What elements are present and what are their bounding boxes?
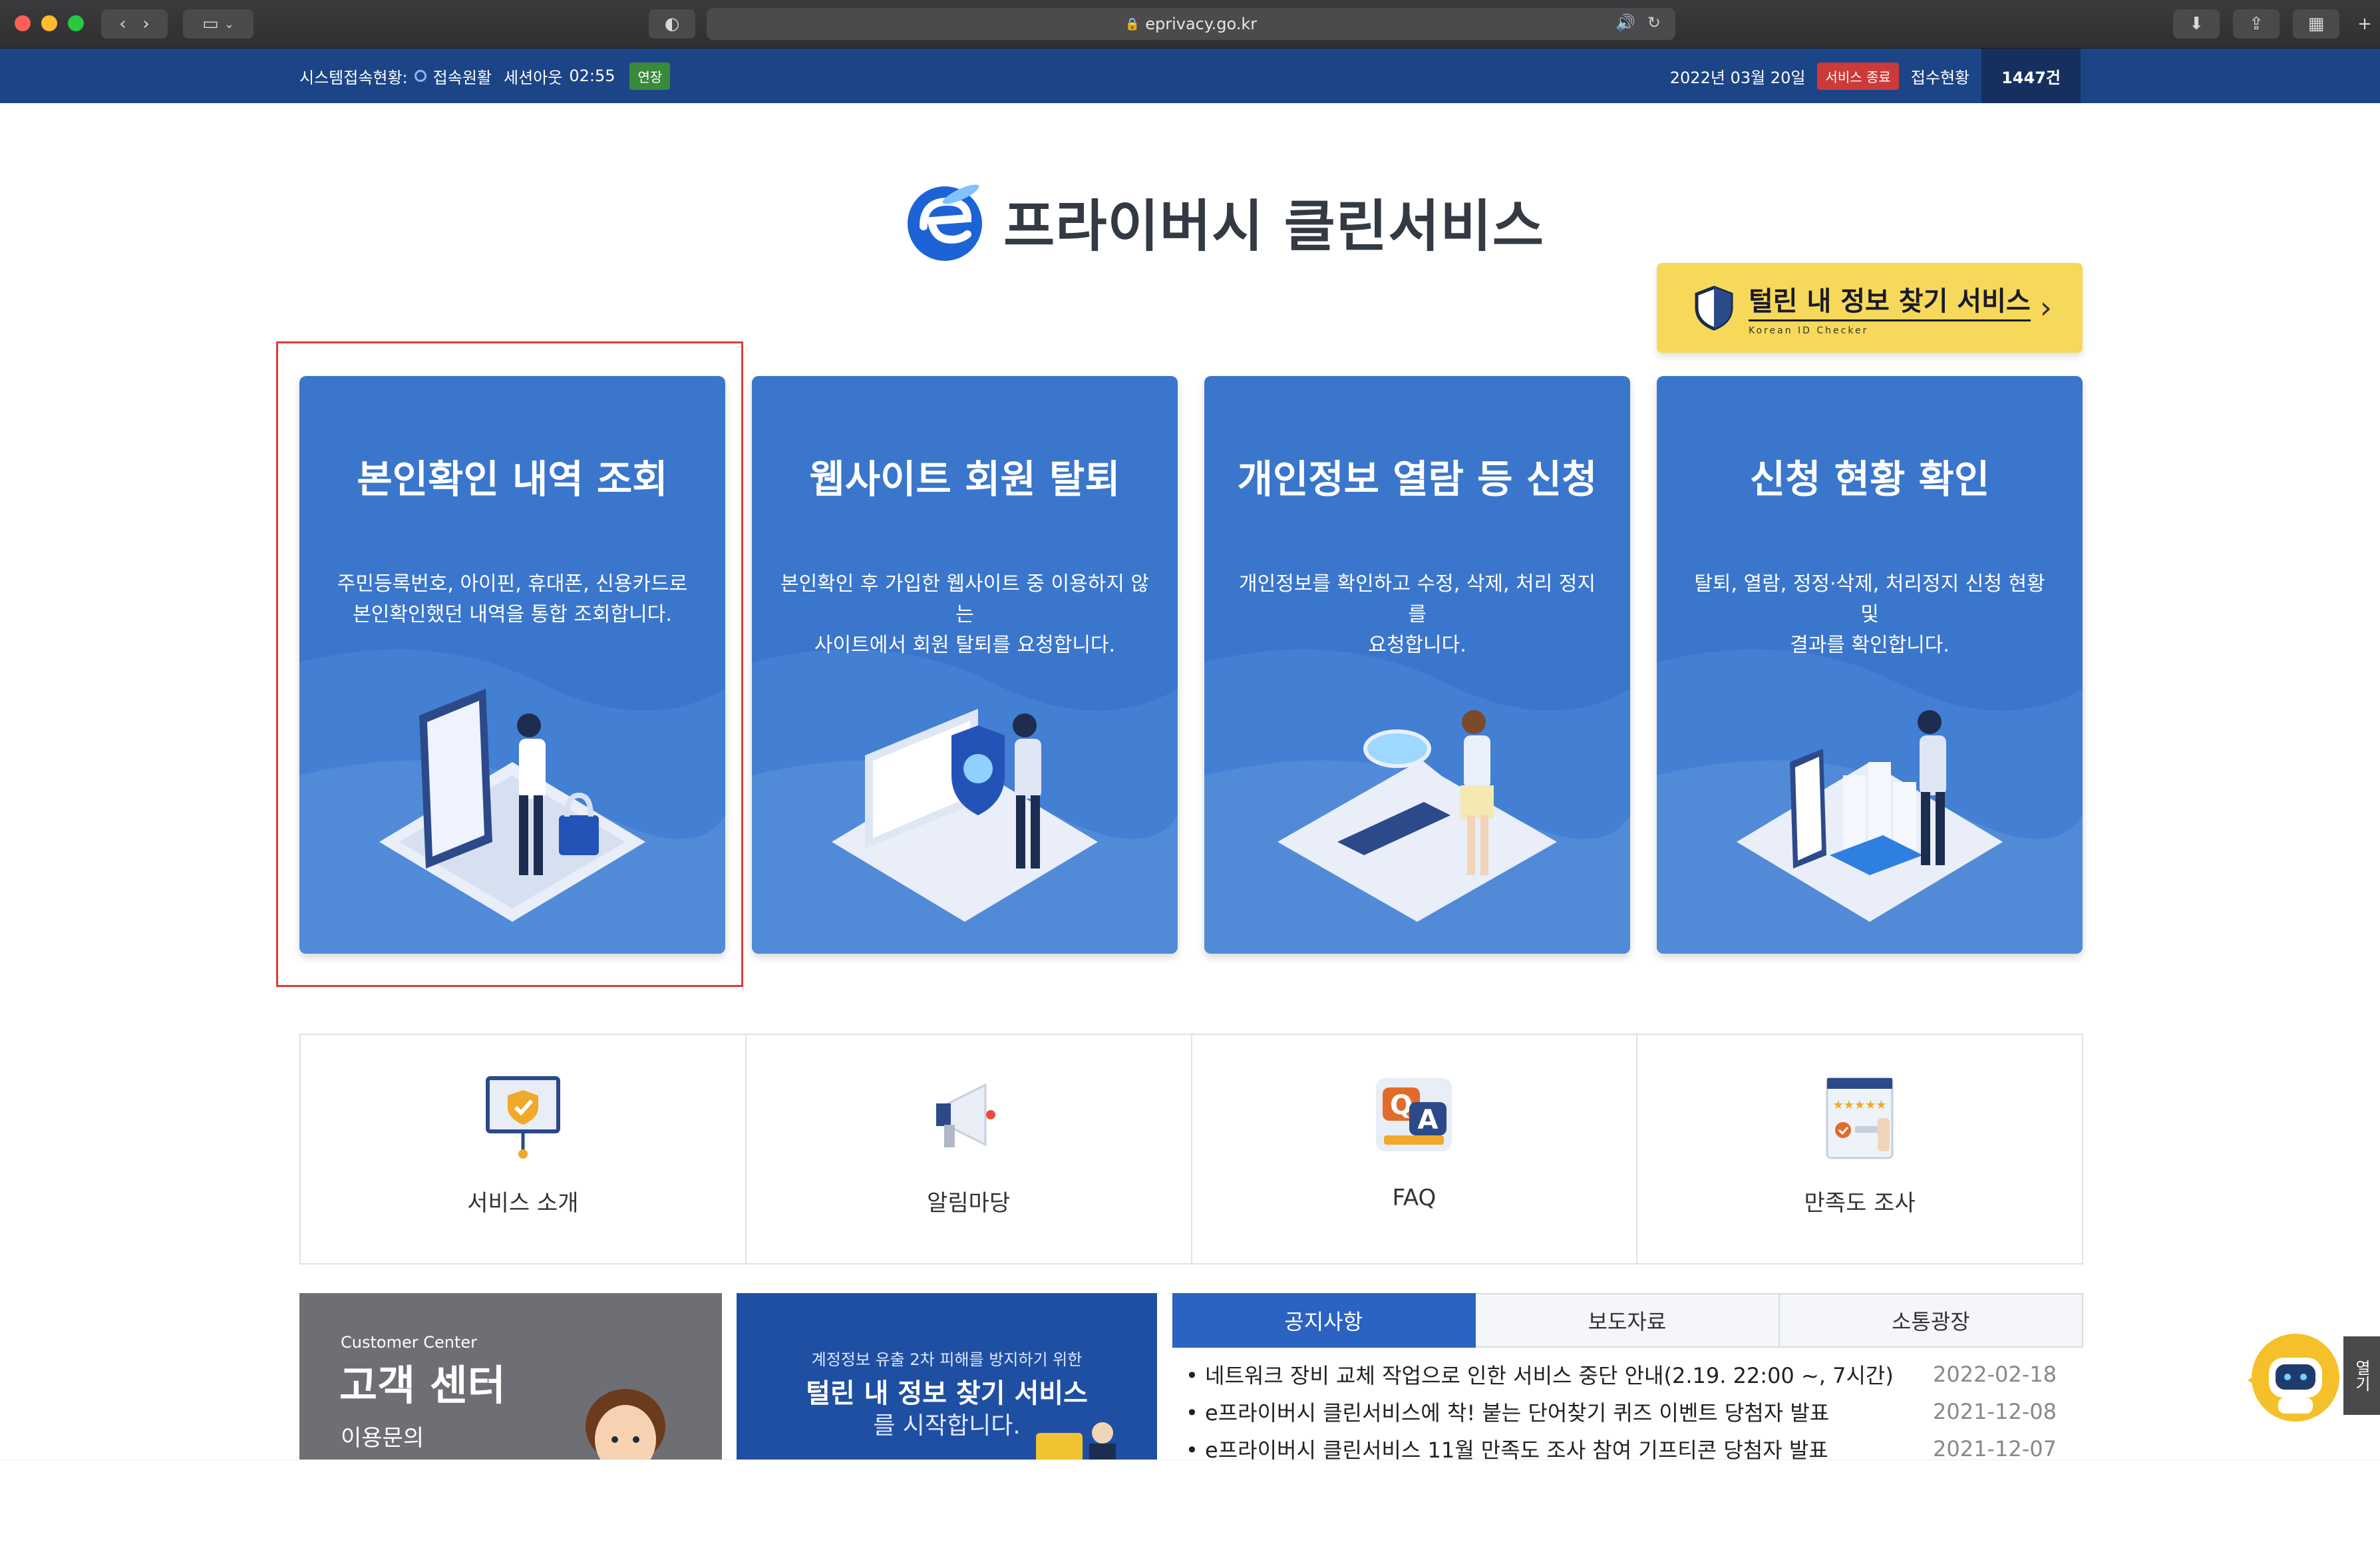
back-forward-buttons[interactable]: ‹ › [101, 9, 168, 39]
card-privacy-request[interactable]: 개인정보 열람 등 신청 개인정보를 확인하고 수정, 삭제, 처리 정지를 요… [1204, 376, 1630, 954]
quick-link-notice-board[interactable]: 알림마당 [747, 1035, 1192, 1263]
chevron-right-icon: › [2039, 290, 2052, 325]
forward-icon[interactable]: › [142, 14, 149, 34]
card-request-status[interactable]: 신청 현황 확인 탈퇴, 열람, 정정·삭제, 처리정지 신청 현황 및 결과를… [1657, 376, 2083, 954]
selection-highlight-box [276, 341, 743, 987]
cta-title: 털린 내 정보 찾기 서비스 [1749, 280, 2031, 321]
grid-icon: ▦ [2307, 14, 2325, 34]
news-item-date: 2021-12-07 [1933, 1436, 2057, 1460]
site-logo[interactable]: 프라이버시 클린서비스 [904, 178, 1544, 265]
logo-text: 프라이버시 클린서비스 [1003, 193, 1545, 259]
back-icon[interactable]: ‹ [119, 14, 126, 34]
chatbot-open-tab[interactable]: 열기 [2343, 1336, 2380, 1415]
customer-center-title: 고객 센터 [339, 1361, 506, 1410]
svg-text:A: A [1418, 1105, 1439, 1135]
card-description: 본인확인 후 가입한 웹사이트 중 이용하지 않는 사이트에서 회원 탈퇴를 요… [780, 572, 1150, 657]
card-description: 탈퇴, 열람, 정정·삭제, 처리정지 신청 현황 및 결과를 확인합니다. [1694, 572, 2045, 657]
tab-notice[interactable]: 공지사항 [1172, 1293, 1476, 1348]
card-description: 개인정보를 확인하고 수정, 삭제, 처리 정지를 요청합니다. [1239, 572, 1596, 657]
card-website-withdrawal[interactable]: 웹사이트 회원 탈퇴 본인확인 후 가입한 웹사이트 중 이용하지 않는 사이트… [752, 376, 1178, 954]
survey-clipboard-icon: ★★★★★ [1826, 1077, 1894, 1159]
session-label: 세션아웃 [503, 68, 563, 87]
plus-icon: + [2357, 14, 2372, 34]
news-item[interactable]: e프라이버시 클린서비스 11월 만족도 조사 참여 기프티콘 당첨자 발표 2… [1172, 1430, 2083, 1460]
sidebar-toggle-button[interactable]: ▭ ⌄ [183, 9, 254, 39]
customer-center-panel[interactable]: Customer Center 고객 센터 이용문의 [299, 1293, 722, 1460]
customer-center-inquiry-label: 이용문의 [341, 1425, 425, 1452]
privacy-report-button[interactable]: ◐ [649, 9, 695, 39]
chevron-down-icon: ⌄ [224, 17, 234, 31]
session-timer: 02:55 [569, 67, 615, 85]
count-value: 1447건 [1981, 49, 2081, 103]
quick-link-label: 알림마당 [927, 1190, 1011, 1217]
quick-link-survey[interactable]: ★★★★★ 만족도 조사 [1637, 1035, 2082, 1263]
system-status-bar: 시스템접속현황: 접속원활 세션아웃 02:55 연장 2022년 03월 20… [0, 49, 2380, 103]
news-item-title[interactable]: e프라이버시 클린서비스 11월 만족도 조사 참여 기프티콘 당첨자 발표 [1186, 1434, 1828, 1460]
agent-avatar-icon [586, 1389, 665, 1460]
tab-community[interactable]: 소통광장 [1779, 1293, 2083, 1348]
browser-toolbar: ‹ › ▭ ⌄ ◐ 🔒 eprivacy.go.kr 🔊 ↻ ⬇ ⇪ ▦ + [0, 0, 2380, 49]
quick-link-faq[interactable]: Q A FAQ [1192, 1035, 1638, 1263]
share-button[interactable]: ⇪ [2233, 9, 2280, 39]
status-indicator-icon [414, 70, 426, 82]
news-item-title[interactable]: 네트워크 장비 교체 작업으로 인한 서비스 중단 안내(2.19. 22:00… [1186, 1359, 1894, 1390]
status-label: 시스템접속현황: [299, 68, 408, 87]
quick-links: 서비스 소개 알림마당 Q A FAQ ★★★★★ 만족도 조사 [299, 1034, 2083, 1265]
promo-illustration-icon [1036, 1422, 1116, 1460]
news-item-title[interactable]: e프라이버시 클린서비스에 착! 붙는 단어찾기 퀴즈 이벤트 당첨자 발표 [1186, 1396, 1829, 1427]
banner-line-1: 계정정보 유출 2차 피해를 방지하기 위한 [811, 1350, 1083, 1369]
download-icon: ⬇ [2189, 14, 2204, 34]
zoom-window-button[interactable] [68, 15, 84, 31]
chatbot-button[interactable] [2244, 1331, 2343, 1424]
address-bar[interactable]: 🔒 eprivacy.go.kr 🔊 ↻ [707, 8, 1675, 40]
news-item-date: 2021-12-08 [1933, 1399, 2057, 1424]
news-panel: 공지사항 보도자료 소통광장 네트워크 장비 교체 작업으로 인한 서비스 중단… [1172, 1293, 2083, 1460]
card-title: 개인정보 열람 등 신청 [1237, 457, 1598, 502]
share-icon: ⇪ [2249, 14, 2264, 34]
new-tab-button[interactable]: + [2353, 9, 2377, 39]
status-text: 접속원활 [432, 68, 492, 87]
presentation-shield-icon [485, 1076, 560, 1159]
url-text: eprivacy.go.kr [1145, 15, 1258, 33]
audio-icon[interactable]: 🔊 [1615, 13, 1635, 32]
svg-text:Q: Q [1390, 1090, 1413, 1121]
news-item[interactable]: e프라이버시 클린서비스에 착! 붙는 단어찾기 퀴즈 이벤트 당첨자 발표 2… [1172, 1393, 2083, 1430]
close-window-button[interactable] [15, 15, 31, 31]
minimize-window-button[interactable] [41, 15, 57, 31]
quick-link-label: FAQ [1392, 1185, 1437, 1211]
customer-center-en-label: Customer Center [341, 1333, 477, 1352]
svg-text:★★★★★: ★★★★★ [1833, 1098, 1887, 1112]
quick-link-service-intro[interactable]: 서비스 소개 [301, 1035, 747, 1263]
lock-icon: 🔒 [1124, 17, 1140, 31]
megaphone-icon [935, 1083, 995, 1147]
card-title: 웹사이트 회원 탈퇴 [809, 457, 1120, 502]
news-item[interactable]: 네트워크 장비 교체 작업으로 인한 서비스 중단 안내(2.19. 22:00… [1172, 1356, 2083, 1393]
reload-icon[interactable]: ↻ [1647, 13, 1661, 32]
id-checker-promo-banner[interactable]: 계정정보 유출 2차 피해를 방지하기 위한 털린 내 정보 찾기 서비스 를 … [737, 1293, 1157, 1460]
quick-link-label: 만족도 조사 [1804, 1190, 1916, 1217]
robot-icon [2248, 1334, 2339, 1422]
news-item-date: 2022-02-18 [1933, 1362, 2057, 1387]
sidebar-icon: ▭ [202, 14, 219, 34]
extend-session-button[interactable]: 연장 [629, 62, 671, 90]
cta-subtitle: Korean ID Checker [1749, 325, 1869, 336]
downloads-button[interactable]: ⬇ [2173, 9, 2220, 39]
page-bottom-whitespace [0, 1460, 2380, 1558]
current-date: 2022년 03월 20일 [1669, 68, 1806, 87]
end-service-button[interactable]: 서비스 종료 [1817, 62, 1899, 90]
news-tabs: 공지사항 보도자료 소통광장 [1172, 1293, 2083, 1348]
shield-icon: ◐ [664, 14, 680, 34]
banner-line-2: 털린 내 정보 찾기 서비스 [806, 1378, 1088, 1409]
e-logo-icon [908, 184, 982, 261]
tab-press[interactable]: 보도자료 [1476, 1293, 1780, 1348]
tab-overview-button[interactable]: ▦ [2293, 9, 2339, 39]
count-label: 접수현황 [1910, 68, 1970, 87]
id-checker-banner-button[interactable]: 털린 내 정보 찾기 서비스 Korean ID Checker › [1657, 263, 2083, 353]
card-title: 신청 현황 확인 [1749, 457, 1990, 502]
shield-icon [1695, 285, 1733, 331]
quick-link-label: 서비스 소개 [467, 1190, 579, 1217]
qa-icon: Q A [1376, 1078, 1452, 1151]
